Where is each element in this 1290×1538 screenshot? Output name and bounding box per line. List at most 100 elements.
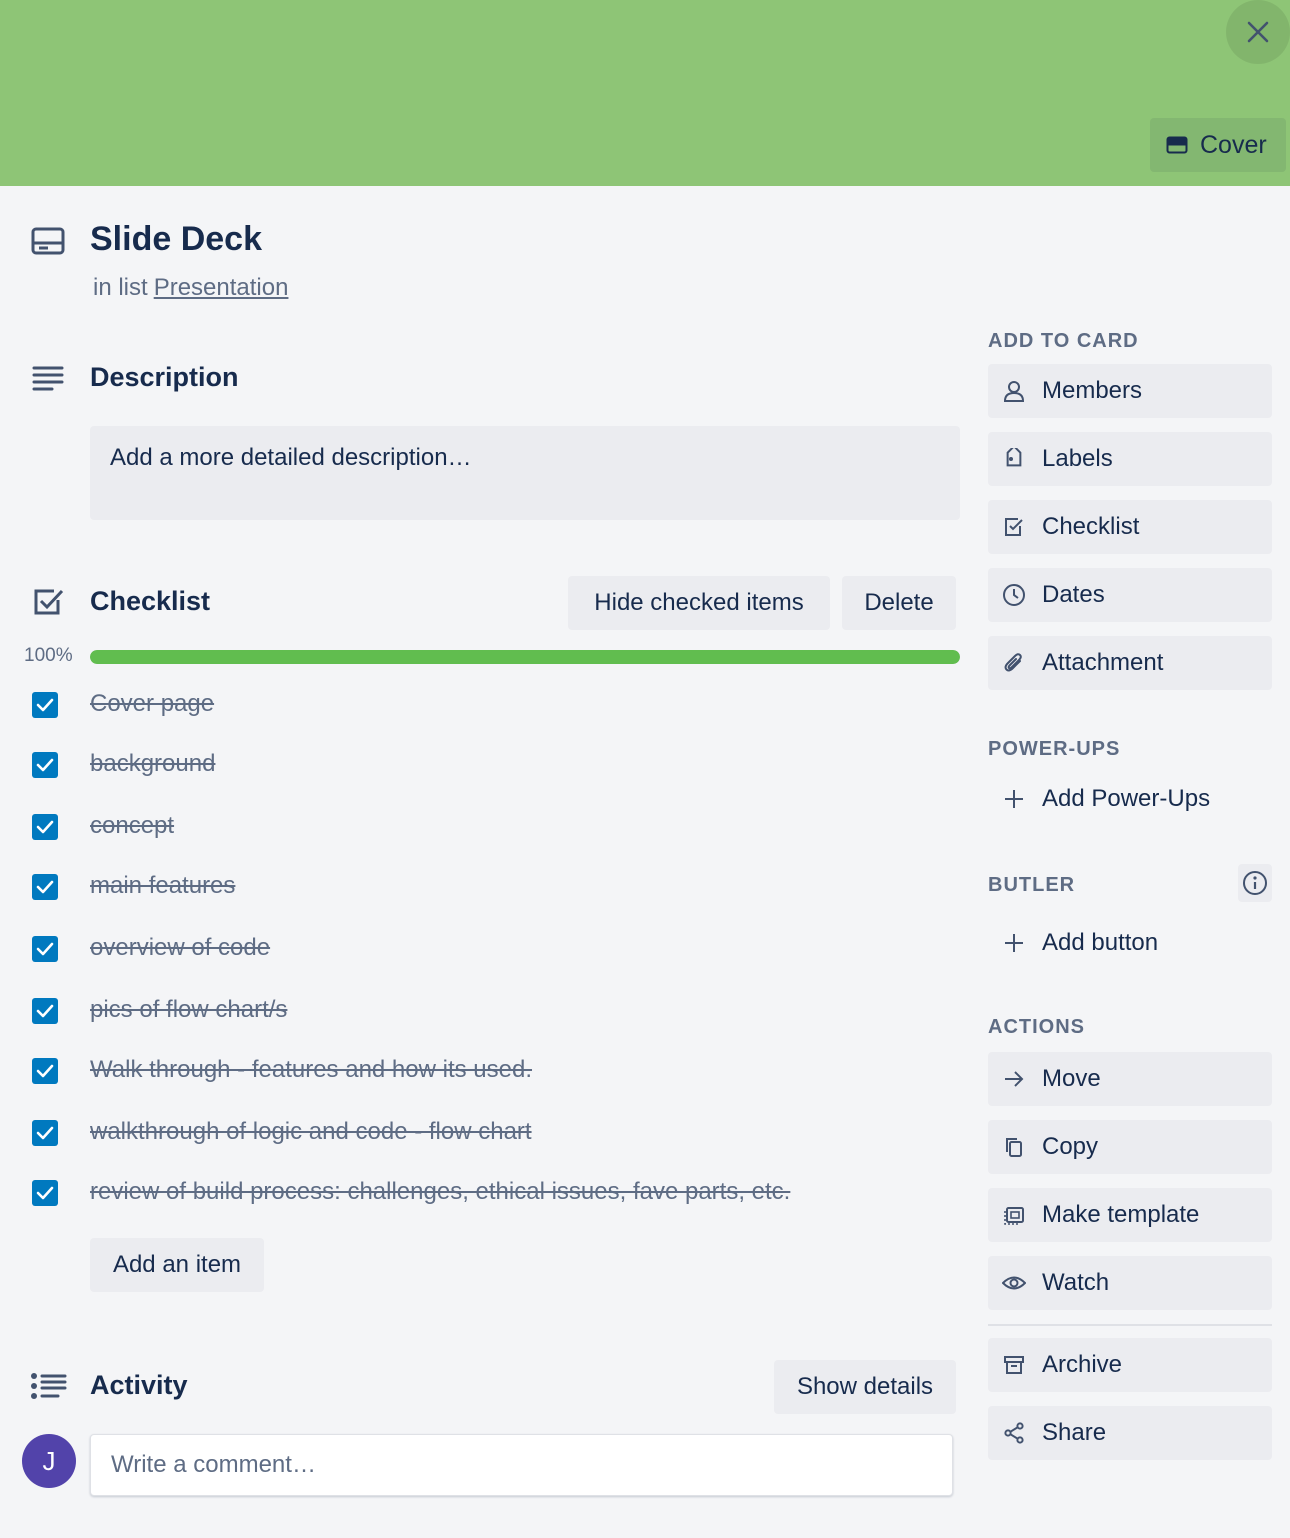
progress-bar [90, 650, 960, 664]
labels-button[interactable]: Labels [988, 432, 1272, 486]
add-to-card-heading: ADD TO CARD [988, 330, 1139, 352]
arrow-right-icon [1002, 1067, 1026, 1091]
power-ups-heading: POWER-UPS [988, 738, 1121, 760]
checklist-item-text[interactable]: walkthrough of logic and code - flow cha… [90, 1118, 532, 1146]
dates-button[interactable]: Dates [988, 568, 1272, 622]
checklist-item-text[interactable]: pics of flow chart/s [90, 996, 287, 1024]
archive-button[interactable]: Archive [988, 1338, 1272, 1392]
close-button[interactable] [1226, 0, 1290, 64]
description-input[interactable]: Add a more detailed description… [90, 426, 960, 520]
close-icon [1247, 21, 1269, 43]
progress-percent: 100% [24, 645, 73, 666]
tag-icon [1002, 447, 1026, 471]
add-power-ups-label: Add Power-Ups [1042, 785, 1211, 812]
checklist-checkbox[interactable] [32, 1058, 58, 1084]
checklist-icon [34, 589, 64, 615]
check-icon [36, 942, 54, 956]
watch-label: Watch [1042, 1269, 1110, 1296]
checklist-checkbox[interactable] [32, 814, 58, 840]
actions-divider [988, 1324, 1272, 1326]
watch-button[interactable]: Watch [988, 1256, 1272, 1310]
checklist-heading[interactable]: Checklist [90, 586, 210, 617]
cover-icon [1166, 136, 1188, 154]
check-icon [36, 820, 54, 834]
checklist-item: Walk through - features and how its used… [0, 1052, 960, 1092]
archive-label: Archive [1042, 1351, 1123, 1378]
move-label: Move [1042, 1065, 1101, 1092]
share-button[interactable]: Share [988, 1406, 1272, 1460]
checklist-label: Checklist [1042, 513, 1140, 540]
archive-icon [1002, 1353, 1026, 1377]
checklist-button[interactable]: Checklist [988, 500, 1272, 554]
checklist-item: walkthrough of logic and code - flow cha… [0, 1114, 960, 1154]
checklist-item-text[interactable]: overview of code [90, 934, 270, 962]
cover-button[interactable]: Cover [1150, 118, 1286, 172]
in-list-prefix: in list [93, 274, 148, 301]
list-link[interactable]: Presentation [154, 274, 289, 301]
attachment-button[interactable]: Attachment [988, 636, 1272, 690]
checklist-icon [1002, 515, 1026, 539]
checklist-item: concept [0, 808, 960, 848]
checklist-checkbox[interactable] [32, 874, 58, 900]
labels-label: Labels [1042, 445, 1113, 472]
copy-button[interactable]: Copy [988, 1120, 1272, 1174]
progress-fill [90, 650, 960, 664]
description-heading: Description [90, 362, 239, 392]
checklist-checkbox[interactable] [32, 936, 58, 962]
card-list-info: in list Presentation [93, 274, 288, 302]
attachment-label: Attachment [1042, 649, 1164, 676]
plus-icon [1002, 787, 1026, 811]
description-icon [32, 366, 64, 391]
person-icon [1002, 379, 1026, 403]
checklist-checkbox[interactable] [32, 752, 58, 778]
copy-icon [1002, 1135, 1026, 1159]
move-button[interactable]: Move [988, 1052, 1272, 1106]
hide-checked-button[interactable]: Hide checked items [568, 576, 830, 630]
checklist-checkbox[interactable] [32, 998, 58, 1024]
check-icon [36, 1126, 54, 1140]
check-icon [36, 880, 54, 894]
clock-icon [1002, 583, 1026, 607]
checklist-item-text[interactable]: Cover page [90, 690, 214, 718]
checklist-item-text[interactable]: Walk through - features and how its used… [90, 1056, 532, 1084]
delete-checklist-button[interactable]: Delete [842, 576, 956, 630]
paperclip-icon [1002, 651, 1026, 675]
checklist-checkbox[interactable] [32, 692, 58, 718]
checklist-item-text[interactable]: background [90, 750, 215, 778]
checklist-item-text[interactable]: concept [90, 812, 174, 840]
butler-info-button[interactable] [1238, 864, 1272, 902]
plus-icon [1002, 931, 1026, 955]
checklist-checkbox[interactable] [32, 1180, 58, 1206]
members-label: Members [1042, 377, 1143, 404]
check-icon [36, 1064, 54, 1078]
make-template-label: Make template [1042, 1201, 1200, 1228]
checklist-item-text[interactable]: review of build process: challenges, eth… [90, 1178, 790, 1206]
checklist-item: background [0, 746, 960, 786]
comment-input[interactable]: Write a comment… [90, 1434, 953, 1496]
add-button-button[interactable]: Add button [988, 916, 1272, 970]
show-details-button[interactable]: Show details [774, 1360, 956, 1414]
share-label: Share [1042, 1419, 1107, 1446]
check-icon [36, 1186, 54, 1200]
share-icon [1002, 1421, 1026, 1445]
card-title[interactable]: Slide Deck [90, 220, 262, 259]
avatar[interactable]: J [22, 1434, 76, 1488]
dates-label: Dates [1042, 581, 1105, 608]
eye-icon [1002, 1271, 1026, 1295]
checklist-item: overview of code [0, 930, 960, 970]
template-icon [1002, 1203, 1026, 1227]
checklist-item: review of build process: challenges, eth… [0, 1174, 960, 1214]
make-template-button[interactable]: Make template [988, 1188, 1272, 1242]
cover-button-label: Cover [1200, 130, 1267, 159]
add-power-ups-button[interactable]: Add Power-Ups [988, 772, 1272, 826]
checklist-item-text[interactable]: main features [90, 872, 235, 900]
card-cover [0, 0, 1290, 186]
checklist-item: main features [0, 868, 960, 908]
add-button-label: Add button [1042, 929, 1159, 956]
copy-label: Copy [1042, 1133, 1099, 1160]
info-icon [1243, 871, 1267, 895]
checklist-checkbox[interactable] [32, 1120, 58, 1146]
check-icon [36, 1004, 54, 1018]
add-item-button[interactable]: Add an item [90, 1238, 264, 1292]
members-button[interactable]: Members [988, 364, 1272, 418]
